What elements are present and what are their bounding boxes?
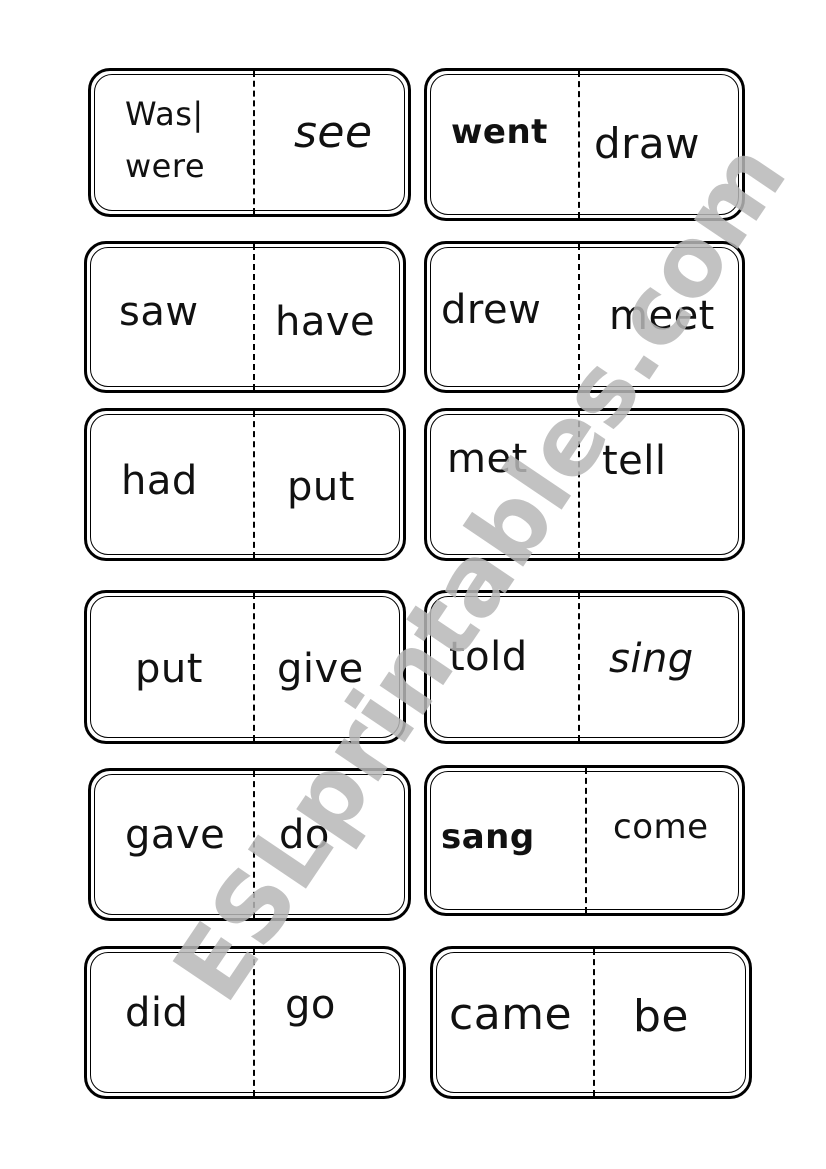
card-right-word: see — [294, 107, 373, 158]
card-right-word: draw — [594, 119, 701, 168]
domino-card: saw have — [84, 241, 406, 393]
card-left-word: gave — [125, 812, 226, 858]
fold-line — [253, 71, 255, 214]
domino-card: met tell — [424, 408, 745, 561]
card-right-word: be — [633, 991, 689, 1042]
domino-card: did go — [84, 946, 406, 1099]
card-left-word-line1: Was| — [125, 95, 204, 133]
domino-card: sang come — [424, 765, 745, 916]
card-right-word: tell — [602, 438, 667, 484]
domino-card: told sing — [424, 590, 745, 744]
fold-line — [593, 949, 595, 1096]
domino-card: Was| were see — [88, 68, 411, 217]
card-right-word: go — [285, 982, 336, 1028]
card-right-word: come — [613, 807, 709, 847]
card-left-word: sang — [441, 817, 535, 857]
card-right-word: have — [275, 299, 376, 345]
domino-card: came be — [430, 946, 752, 1099]
fold-line — [253, 949, 255, 1096]
fold-line — [578, 71, 580, 218]
fold-line — [578, 593, 580, 741]
card-left-word: saw — [119, 289, 199, 335]
domino-card: went draw — [424, 68, 745, 221]
fold-line — [253, 771, 255, 918]
card-right-word: do — [279, 812, 330, 858]
fold-line — [253, 244, 255, 390]
card-left-word-line2: were — [125, 147, 205, 185]
card-right-word: meet — [609, 293, 715, 339]
domino-card: put give — [84, 590, 406, 744]
card-right-word: put — [287, 464, 355, 510]
card-left-word: came — [449, 989, 573, 1040]
card-left-word: drew — [441, 287, 542, 333]
fold-line — [578, 411, 580, 558]
card-left-word: put — [135, 646, 203, 692]
card-left-word: did — [125, 990, 189, 1036]
fold-line — [578, 244, 580, 390]
domino-card: drew meet — [424, 241, 745, 393]
card-right-word: give — [277, 646, 364, 692]
card-left-word: had — [121, 458, 198, 504]
domino-card: gave do — [88, 768, 411, 921]
card-left-word: met — [447, 436, 528, 482]
card-right-word: sing — [609, 636, 694, 682]
fold-line — [253, 593, 255, 741]
domino-card: had put — [84, 408, 406, 561]
fold-line — [253, 411, 255, 558]
fold-line — [585, 768, 587, 913]
card-left-word: told — [449, 634, 528, 680]
card-left-word: went — [451, 112, 548, 152]
